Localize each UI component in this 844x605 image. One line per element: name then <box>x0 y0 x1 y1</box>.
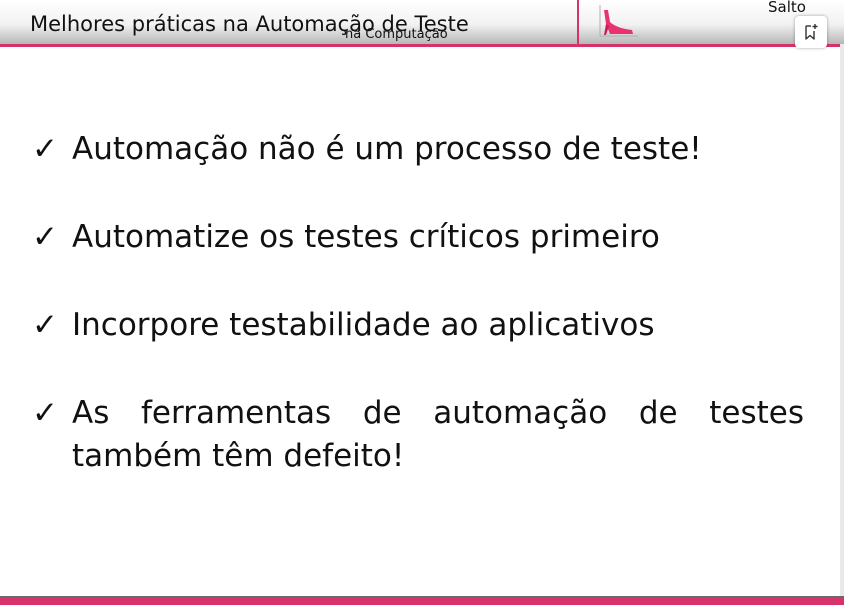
bullet-text: Automatize os testes críticos primeiro <box>72 219 660 255</box>
slide-subtitle: na Computação <box>345 27 448 42</box>
check-icon: ✓ <box>32 395 58 431</box>
bullet-text: Automação não é um processo de teste! <box>72 131 702 167</box>
bullet-item: ✓ Automatize os testes críticos primeiro <box>32 216 804 259</box>
slide: Melhores práticas na Automação de Teste … <box>0 0 844 605</box>
bookmark-button[interactable] <box>795 16 827 48</box>
bullet-item: ✓ As ferramentas de automação de testes … <box>32 392 804 478</box>
bullet-item: ✓ Automação não é um processo de teste! <box>32 128 804 171</box>
check-icon: ✓ <box>32 131 58 167</box>
bullet-item: ✓ Incorpore testabilidade ao aplicativos <box>32 304 804 347</box>
check-icon: ✓ <box>32 219 58 255</box>
bullet-text: Incorpore testabilidade ao aplicativos <box>72 307 655 343</box>
high-heel-shoe-icon <box>599 5 638 37</box>
header-divider <box>577 0 579 44</box>
check-icon: ✓ <box>32 307 58 343</box>
logo-text: Salto <box>768 0 806 16</box>
bookmark-add-icon <box>805 24 818 40</box>
slide-header: Melhores práticas na Automação de Teste … <box>0 0 844 47</box>
right-edge <box>840 44 844 603</box>
slide-bottom-bar <box>0 596 844 605</box>
bullet-list: ✓ Automação não é um processo de teste! … <box>32 128 804 523</box>
bullet-text: As ferramentas de automação de testes ta… <box>72 395 804 474</box>
